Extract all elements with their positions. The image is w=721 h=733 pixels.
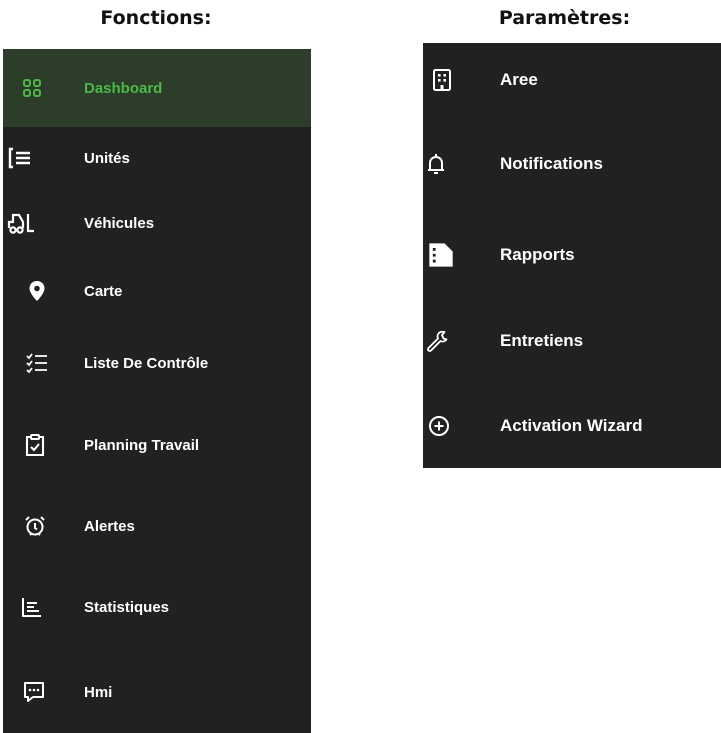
- settings-sidebar: Aree Notifications Rapports Entretiens A…: [423, 43, 721, 468]
- settings-item-label: Activation Wizard: [500, 415, 643, 435]
- report-document-icon: [427, 241, 455, 269]
- sidebar-item-label: Dashboard: [84, 79, 163, 97]
- sidebar-item-alerts[interactable]: Alertes: [3, 489, 311, 563]
- sidebar-item-label: Unités: [84, 149, 130, 167]
- sidebar-item-vehicles[interactable]: Véhicules: [3, 189, 311, 257]
- forklift-icon: [6, 211, 36, 235]
- settings-item-label: Aree: [500, 70, 538, 89]
- settings-item-reports[interactable]: Rapports: [423, 211, 721, 299]
- checklist-icon: [25, 351, 49, 375]
- sidebar-item-dashboard[interactable]: Dashboard: [3, 49, 311, 127]
- settings-item-label: Notifications: [500, 154, 603, 173]
- settings-item-activation-wizard[interactable]: Activation Wizard: [423, 383, 721, 468]
- sidebar-item-units[interactable]: Unités: [3, 127, 311, 189]
- list-bracket-icon: [8, 146, 32, 170]
- dashboard-grid-icon: [20, 76, 44, 100]
- bar-chart-icon: [20, 595, 44, 619]
- sidebar-item-label: Véhicules: [84, 214, 155, 232]
- functions-heading: Fonctions:: [100, 7, 212, 29]
- map-pin-icon: [25, 279, 49, 303]
- clipboard-check-icon: [23, 433, 47, 457]
- sidebar-item-label: Alertes: [84, 517, 135, 535]
- functions-sidebar: Dashboard Unités Véhicules Carte Liste D…: [3, 49, 311, 733]
- sidebar-item-map[interactable]: Carte: [3, 257, 311, 325]
- building-icon: [430, 68, 454, 92]
- wrench-icon: [425, 329, 449, 353]
- plus-circle-icon: [427, 414, 451, 438]
- sidebar-item-label: Statistiques: [84, 598, 170, 616]
- sidebar-item-label: Hmi: [84, 683, 113, 701]
- sidebar-item-checklist[interactable]: Liste De Contrôle: [3, 325, 311, 401]
- sidebar-item-hmi[interactable]: Hmi: [3, 651, 311, 733]
- settings-item-areas[interactable]: Aree: [423, 43, 721, 117]
- bell-icon: [424, 152, 448, 176]
- settings-heading: Paramètres:: [498, 7, 631, 29]
- sidebar-item-label: Planning Travail: [84, 436, 200, 454]
- alarm-clock-icon: [23, 514, 47, 538]
- sidebar-item-label: Carte: [84, 282, 123, 300]
- sidebar-item-label: Liste De Contrôle: [84, 354, 209, 372]
- sidebar-item-work-planning[interactable]: Planning Travail: [3, 401, 311, 489]
- settings-item-label: Entretiens: [500, 331, 584, 350]
- settings-item-notifications[interactable]: Notifications: [423, 117, 721, 211]
- sidebar-item-statistics[interactable]: Statistiques: [3, 563, 311, 651]
- settings-item-label: Rapports: [500, 245, 575, 264]
- chat-bubble-icon: [22, 680, 46, 704]
- settings-item-maintenance[interactable]: Entretiens: [423, 299, 721, 383]
